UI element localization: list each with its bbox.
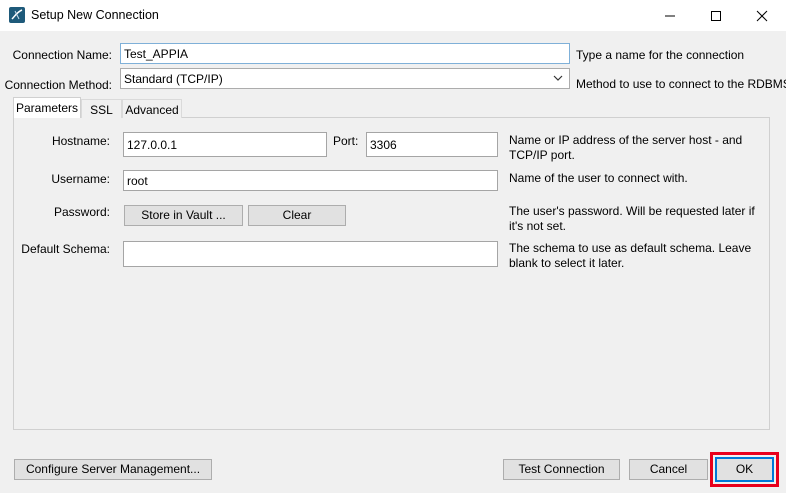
cancel-button[interactable]: Cancel — [629, 459, 708, 480]
connection-name-label: Connection Name: — [12, 48, 112, 62]
clear-password-button[interactable]: Clear — [248, 205, 346, 226]
minimize-button[interactable] — [647, 0, 693, 31]
connection-method-select[interactable]: Standard (TCP/IP) — [120, 68, 570, 89]
connection-method-hint: Method to use to connect to the RDBMS — [576, 77, 786, 91]
username-label: Username: — [51, 172, 110, 186]
configure-server-management-button[interactable]: Configure Server Management... — [14, 459, 212, 480]
title-bar[interactable]: Setup New Connection — [0, 0, 786, 31]
hostname-label: Hostname: — [51, 134, 110, 148]
password-hint: The user's password. Will be requested l… — [509, 204, 755, 233]
window-title: Setup New Connection — [31, 8, 159, 22]
connection-method-label: Connection Method: — [4, 78, 112, 92]
store-in-vault-button[interactable]: Store in Vault ... — [124, 205, 243, 226]
port-input[interactable]: 3306 — [366, 132, 498, 157]
hostname-hint: Name or IP address of the server host - … — [509, 133, 743, 162]
close-icon — [756, 10, 768, 22]
tab-ssl[interactable]: SSL — [81, 99, 122, 118]
connection-method-value: Standard (TCP/IP) — [124, 72, 223, 86]
port-label: Port: — [333, 134, 359, 148]
connection-name-input[interactable]: Test_APPIA — [120, 43, 570, 64]
default-schema-input[interactable] — [123, 241, 498, 267]
mysql-workbench-icon — [9, 7, 25, 23]
username-input[interactable]: root — [123, 170, 498, 191]
tab-parameters[interactable]: Parameters — [13, 97, 81, 118]
maximize-icon — [711, 11, 721, 21]
password-label: Password: — [53, 205, 110, 219]
test-connection-button[interactable]: Test Connection — [503, 459, 620, 480]
hostname-input[interactable]: 127.0.0.1 — [123, 132, 327, 157]
default-schema-label: Default Schema: — [21, 242, 110, 256]
minimize-icon — [665, 15, 675, 17]
connection-name-hint: Type a name for the connection — [576, 48, 745, 62]
default-schema-hint: The schema to use as default schema. Lea… — [509, 241, 752, 270]
close-button[interactable] — [739, 0, 785, 31]
tab-advanced[interactable]: Advanced — [122, 99, 182, 118]
username-hint: Name of the user to connect with. — [509, 171, 688, 185]
parameters-tab-panel — [13, 117, 770, 430]
ok-button-highlight — [710, 452, 779, 487]
maximize-button[interactable] — [693, 0, 739, 31]
chevron-down-icon — [553, 75, 563, 81]
